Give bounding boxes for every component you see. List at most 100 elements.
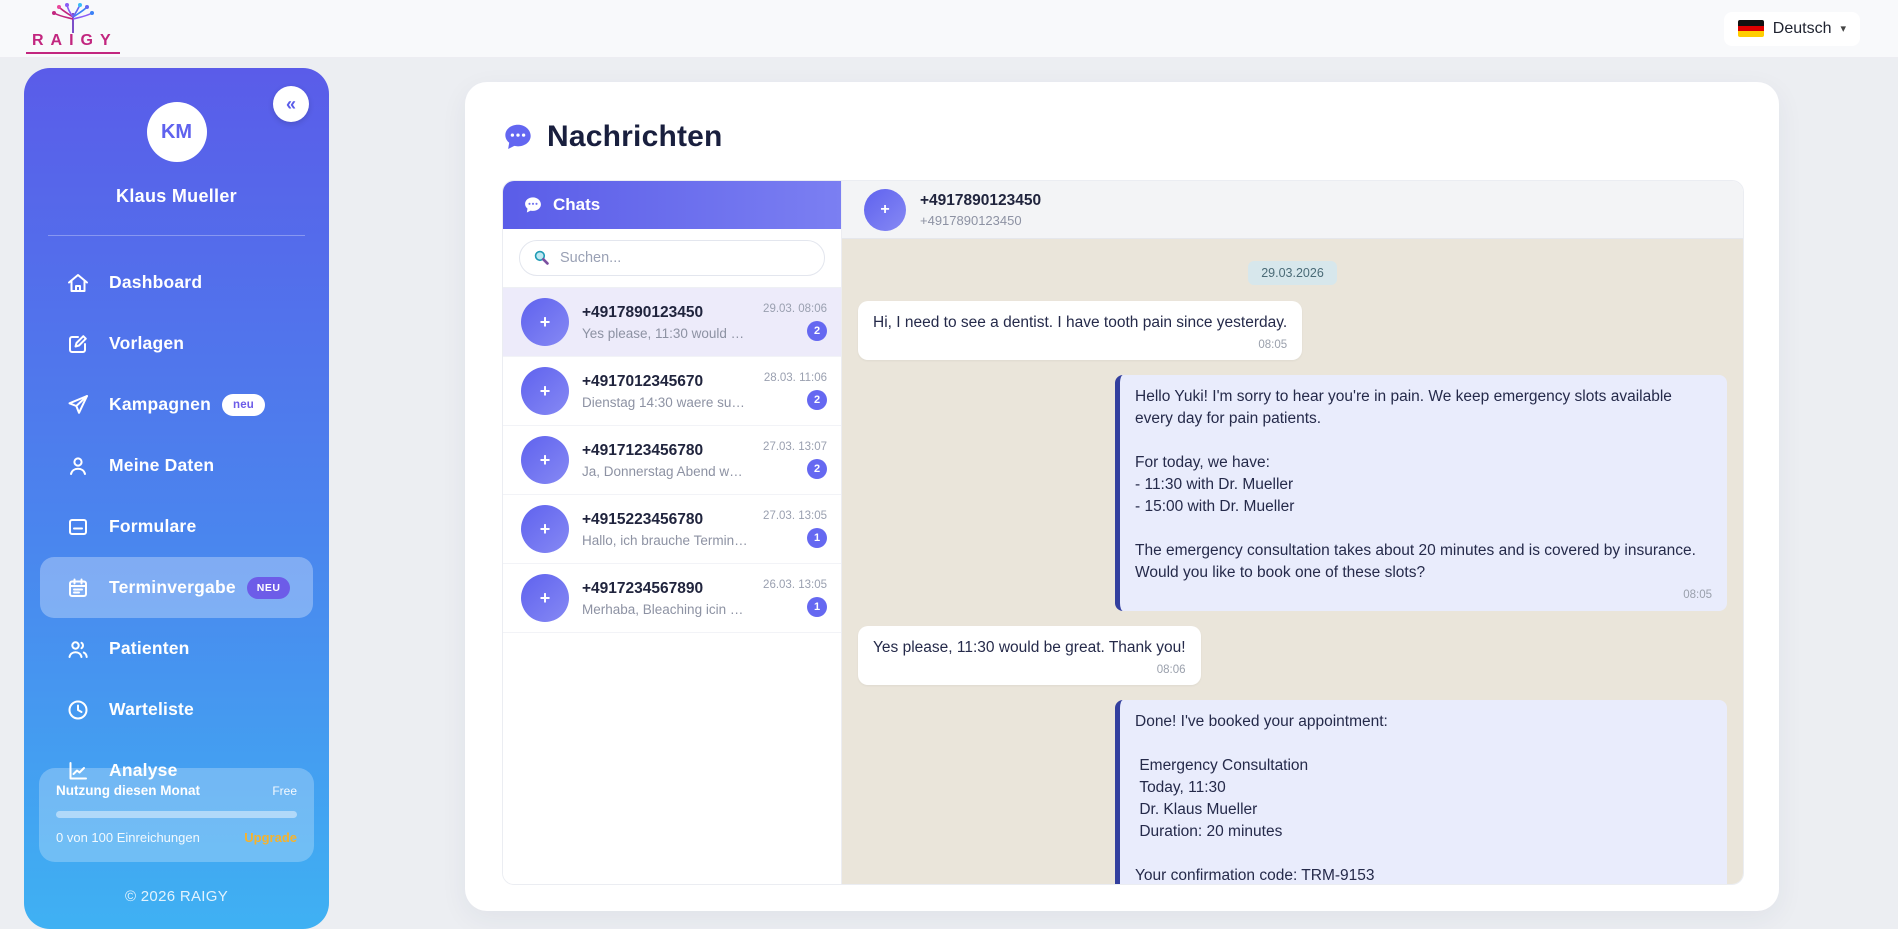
conversation-title: +4917890123450	[920, 192, 1041, 210]
chat-date: 27.03. 13:07	[763, 441, 827, 453]
conversation-subtitle: +4917890123450	[920, 213, 1041, 228]
form-icon	[66, 515, 90, 539]
chat-name: +4917012345670	[582, 373, 758, 391]
chat-date: 27.03. 13:05	[763, 510, 827, 522]
unread-badge: 1	[807, 597, 827, 617]
usage-panel: Nutzung diesen Monat Free 0 von 100 Einr…	[39, 768, 314, 862]
sidebar: « KM Klaus Mueller Dashboard Vorlagen Ka…	[24, 68, 329, 929]
message-bubble: Done! I've booked your appointment: Emer…	[1115, 700, 1727, 884]
copyright: © 2026 RAIGY	[24, 888, 329, 905]
chat-name: +4917890123450	[582, 304, 757, 322]
chat-avatar: +	[521, 574, 569, 622]
page-title: Nachrichten	[547, 120, 723, 154]
usage-title: Nutzung diesen Monat	[56, 783, 200, 798]
edit-icon	[66, 332, 90, 356]
chat-list-item[interactable]: + +4917234567890 Merhaba, Bleaching icin…	[503, 564, 841, 633]
brand-name: RAIGY	[26, 32, 120, 54]
unread-badge: 1	[807, 528, 827, 548]
nav-badge: neu	[222, 394, 265, 416]
home-icon	[66, 271, 90, 295]
chat-list-header: Chats	[503, 181, 841, 229]
chat-date: 29.03. 08:06	[763, 303, 827, 315]
usage-count: 0 von 100 Einreichungen	[56, 830, 200, 845]
sidebar-item-label: Kampagnen	[109, 394, 211, 415]
sidebar-item-label: Formulare	[109, 516, 196, 537]
date-separator: 29.03.2026	[1248, 261, 1337, 285]
clock-icon	[66, 698, 90, 722]
message-bubble: Hi, I need to see a dentist. I have toot…	[858, 301, 1302, 360]
sidebar-nav-item[interactable]: Vorlagen	[24, 313, 329, 374]
chat-preview: Yes please, 11:30 would be g…	[582, 326, 750, 341]
message-text: Hi, I need to see a dentist. I have toot…	[873, 314, 1287, 331]
sidebar-nav-item[interactable]: Warteliste	[24, 679, 329, 740]
unread-badge: 2	[807, 321, 827, 341]
sidebar-nav-item[interactable]: Terminvergabe NEU	[40, 557, 313, 618]
top-bar: RAIGY Deutsch ▾	[0, 0, 1898, 58]
unread-badge: 2	[807, 459, 827, 479]
sidebar-item-label: Dashboard	[109, 272, 202, 293]
unread-badge: 2	[807, 390, 827, 410]
chat-bubble-icon	[523, 195, 543, 215]
chat-date: 26.03. 13:05	[763, 579, 827, 591]
chat-name: +4917123456780	[582, 442, 757, 460]
chat-preview: Merhaba, Bleaching icin bir r…	[582, 602, 750, 617]
message-time: 08:06	[873, 662, 1186, 678]
chat-list-item[interactable]: + +4917123456780 Ja, Donnerstag Abend wa…	[503, 426, 841, 495]
sidebar-nav: Dashboard Vorlagen Kampagnen neu Meine D…	[24, 252, 329, 801]
plan-badge: Free	[272, 784, 297, 798]
brand-logo[interactable]: RAIGY	[26, 3, 120, 54]
divider	[48, 235, 305, 236]
chat-list-item[interactable]: + +4917012345670 Dienstag 14:30 waere su…	[503, 357, 841, 426]
sidebar-nav-item[interactable]: Dashboard	[24, 252, 329, 313]
search-icon	[532, 248, 551, 267]
conversation-avatar: +	[864, 189, 906, 231]
message-text: Hello Yuki! I'm sorry to hear you're in …	[1135, 388, 1700, 581]
sidebar-item-label: Terminvergabe	[109, 577, 236, 598]
sidebar-nav-item[interactable]: Kampagnen neu	[24, 374, 329, 435]
chat-bubble-icon	[502, 121, 534, 153]
message-bubble: Yes please, 11:30 would be great. Thank …	[858, 626, 1201, 685]
user-icon	[66, 454, 90, 478]
chat-name: +4917234567890	[582, 580, 757, 598]
chat-avatar: +	[521, 367, 569, 415]
sidebar-item-label: Vorlagen	[109, 333, 184, 354]
upgrade-link[interactable]: Upgrade	[244, 830, 297, 845]
chat-preview: Hallo, ich brauche Termin fu…	[582, 533, 750, 548]
chat-list-item[interactable]: + +4917890123450 Yes please, 11:30 would…	[503, 288, 841, 357]
chat-avatar: +	[521, 298, 569, 346]
sidebar-nav-item[interactable]: Meine Daten	[24, 435, 329, 496]
chat-date: 28.03. 11:06	[764, 372, 827, 384]
conversation-body: 29.03.2026 Hi, I need to see a dentist. …	[842, 239, 1743, 884]
chat-avatar: +	[521, 436, 569, 484]
sidebar-nav-item[interactable]: Formulare	[24, 496, 329, 557]
chat-list-item[interactable]: + +4915223456780 Hallo, ich brauche Term…	[503, 495, 841, 564]
chat-list-title: Chats	[553, 195, 600, 215]
chat-avatar: +	[521, 505, 569, 553]
message-text: Done! I've booked your appointment: Emer…	[1135, 713, 1671, 884]
sidebar-collapse-button[interactable]: «	[273, 86, 309, 122]
conversation-header: + +4917890123450 +4917890123450	[842, 181, 1743, 239]
search-row	[503, 229, 841, 288]
sidebar-item-label: Warteliste	[109, 699, 194, 720]
chat-list: Chats + +4917890123450 Yes please, 11:30…	[503, 181, 842, 884]
language-label: Deutsch	[1773, 20, 1832, 38]
german-flag-icon	[1738, 20, 1764, 37]
usage-progress-bar	[56, 811, 297, 818]
calendar-icon	[66, 576, 90, 600]
sidebar-item-label: Patienten	[109, 638, 190, 659]
search-input[interactable]	[519, 240, 825, 276]
message-time: 08:05	[873, 337, 1287, 353]
sidebar-item-label: Meine Daten	[109, 455, 214, 476]
users-icon	[66, 637, 90, 661]
chat-name: +4915223456780	[582, 511, 757, 529]
language-selector[interactable]: Deutsch ▾	[1724, 12, 1860, 46]
chevron-down-icon: ▾	[1840, 22, 1846, 35]
messages-panel: Chats + +4917890123450 Yes please, 11:30…	[502, 180, 1744, 885]
sidebar-nav-item[interactable]: Patienten	[24, 618, 329, 679]
nav-badge: NEU	[247, 577, 291, 599]
conversation-panel: + +4917890123450 +4917890123450 29.03.20…	[842, 181, 1743, 884]
main-content: Nachrichten Chats + +49178901	[465, 82, 1779, 911]
message-text: Yes please, 11:30 would be great. Thank …	[873, 639, 1186, 656]
chat-preview: Dienstag 14:30 waere super!	[582, 395, 750, 410]
avatar: KM	[147, 102, 207, 162]
